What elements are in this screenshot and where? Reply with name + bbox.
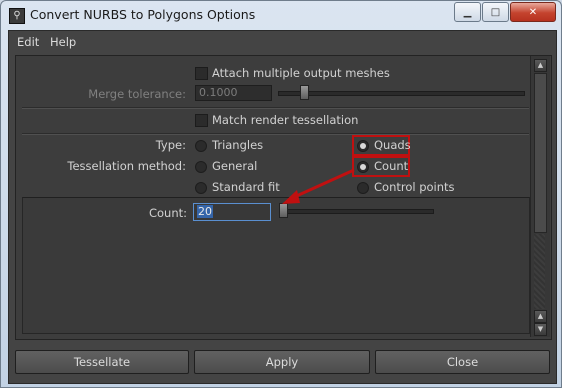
scrollbar-trough[interactable] [534, 234, 545, 309]
scroll-up-lower-icon[interactable]: ▲ [534, 310, 547, 323]
scroll-down-icon[interactable]: ▼ [534, 323, 547, 336]
vertical-scrollbar[interactable]: ▲ ▲ ▼ [530, 56, 550, 337]
minimize-icon[interactable]: ▁ [454, 2, 481, 22]
apply-button[interactable]: Apply [194, 350, 370, 374]
annotation-arrow-icon [282, 168, 355, 204]
maya-app-icon: ⚲ [9, 8, 25, 24]
window-title: Convert NURBS to Polygons Options [30, 7, 256, 22]
dialog-window: ⚲ Convert NURBS to Polygons Options ▁ □ … [0, 0, 562, 388]
scrollbar-thumb[interactable] [534, 73, 547, 233]
scroll-up-icon[interactable]: ▲ [534, 59, 547, 72]
menu-help[interactable]: Help [50, 35, 76, 49]
maximize-icon[interactable]: □ [482, 2, 509, 22]
close-window-icon[interactable]: ✕ [510, 2, 556, 22]
dialog-client-area: Edit Help Attach multiple output meshes … [8, 30, 557, 384]
menu-edit[interactable]: Edit [17, 35, 39, 49]
options-panel: Attach multiple output meshes Merge tole… [15, 55, 552, 340]
tessellate-button[interactable]: Tessellate [15, 350, 189, 374]
close-button[interactable]: Close [375, 350, 550, 374]
